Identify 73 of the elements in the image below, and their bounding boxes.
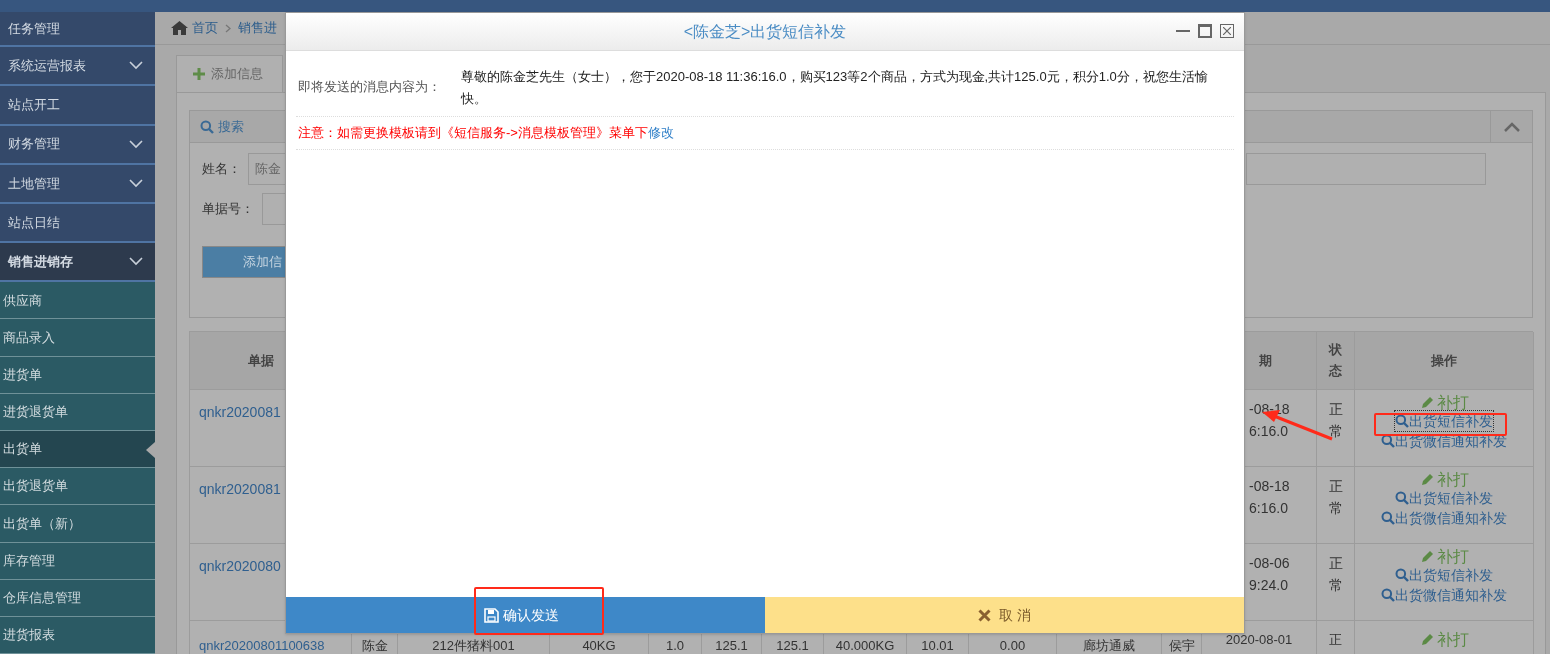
- table-cell: 10.01: [921, 638, 954, 653]
- chevron-right-icon: [225, 23, 231, 33]
- table-cell: 0.00: [999, 638, 1026, 653]
- sms-resend-link[interactable]: 出货短信补发: [1395, 565, 1493, 585]
- chevron-down-icon: [129, 139, 143, 149]
- dialog-title: <陈金芝>出货短信补发: [683, 21, 847, 42]
- chevron-down-icon: [129, 178, 143, 188]
- column-header: 状态: [1317, 332, 1355, 390]
- add-info-tab[interactable]: 添加信息: [176, 55, 283, 92]
- table-cell: 40KG: [582, 638, 616, 653]
- field-label: 单据号：: [202, 200, 248, 219]
- search-icon: [1395, 414, 1409, 428]
- close-button[interactable]: [1220, 24, 1234, 38]
- home-icon: [171, 21, 188, 35]
- chevron-up-icon: [1503, 121, 1520, 132]
- search-icon: [1395, 568, 1409, 582]
- sidebar-item[interactable]: 站点开工: [0, 86, 155, 126]
- close-icon: [1223, 27, 1231, 35]
- sidebar-item[interactable]: 系统运营报表: [0, 47, 155, 87]
- breadcrumb-link[interactable]: 销售进: [238, 18, 277, 38]
- text-field[interactable]: [1246, 153, 1486, 185]
- table-cell: 212件猪料001: [432, 638, 515, 653]
- sidebar-item[interactable]: 土地管理: [0, 164, 155, 204]
- cancel-button[interactable]: 取 消: [765, 597, 1244, 633]
- search-icon: [200, 119, 214, 134]
- search-icon: [1381, 434, 1395, 448]
- pencil-icon: [1419, 549, 1435, 564]
- table-cell: 125.1: [776, 638, 809, 653]
- table-cell: 125.1: [715, 638, 748, 653]
- sms-resend-link[interactable]: 出货短信补发: [1395, 488, 1493, 508]
- order-number-link[interactable]: qnkr2020081: [199, 404, 281, 420]
- search-icon: [1395, 491, 1409, 505]
- sidebar-subitem[interactable]: 出货单: [0, 430, 155, 469]
- order-number-link[interactable]: qnkr2020081: [199, 481, 281, 497]
- status-cell: 正常: [1317, 390, 1355, 467]
- table-cell: 陈金: [361, 638, 388, 653]
- sidebar-item[interactable]: 销售进销存: [0, 243, 155, 283]
- sidebar-item[interactable]: 任务管理: [0, 12, 155, 48]
- close-icon: [978, 608, 992, 622]
- search-icon: [1381, 511, 1395, 525]
- content-label: 即将发送的消息内容为：: [297, 78, 442, 96]
- table-cell: 廊坊通威: [1083, 638, 1135, 653]
- wechat-resend-link[interactable]: 出货微信通知补发: [1381, 508, 1507, 528]
- edit-link[interactable]: 修改: [647, 123, 674, 143]
- message-text: 尊敬的陈金芝先生（女士），您于2020-08-18 11:36:16.0，购买123等2个商品，方式为现金,共计125.0元，积分1.0分，祝您生活愉快。: [461, 68, 1209, 108]
- status-cell: 正常: [1317, 544, 1355, 621]
- save-icon: [484, 607, 499, 623]
- sidebar-item[interactable]: 站点日结: [0, 203, 155, 244]
- column-header: 操作: [1355, 332, 1534, 390]
- wechat-resend-link[interactable]: 出货微信通知补发: [1381, 585, 1507, 605]
- maximize-button[interactable]: [1198, 24, 1212, 38]
- sms-resend-link[interactable]: 出货短信补发: [1395, 411, 1493, 431]
- search-panel-title: 搜索: [218, 117, 244, 136]
- breadcrumb-link[interactable]: 首页: [192, 18, 218, 38]
- pencil-icon: [1419, 472, 1435, 487]
- active-pointer-icon: [146, 441, 155, 458]
- chevron-down-icon: [129, 257, 143, 267]
- chevron-down-icon: [129, 61, 143, 71]
- table-cell: 40.000KG: [835, 638, 895, 653]
- plus-icon: [193, 68, 205, 80]
- pencil-icon: [1419, 632, 1435, 647]
- table-cell: 侯宇: [1168, 638, 1195, 653]
- sidebar-item[interactable]: 财务管理: [0, 125, 155, 165]
- field-label: 姓名：: [202, 160, 242, 179]
- confirm-send-button[interactable]: 确认发送: [286, 597, 766, 633]
- order-number-link[interactable]: qnkr2020080: [199, 558, 281, 574]
- search-icon: [1381, 588, 1395, 602]
- table-cell: 1.0: [665, 638, 685, 653]
- notice-text: 注意：如需更换模板请到《短信服务->消息模板管理》菜单下: [298, 124, 648, 143]
- status-cell: 正常: [1317, 467, 1355, 544]
- order-number-link[interactable]: qnkr20200801100638: [199, 638, 325, 653]
- pencil-icon: [1419, 395, 1435, 410]
- status-cell: 正: [1317, 621, 1355, 654]
